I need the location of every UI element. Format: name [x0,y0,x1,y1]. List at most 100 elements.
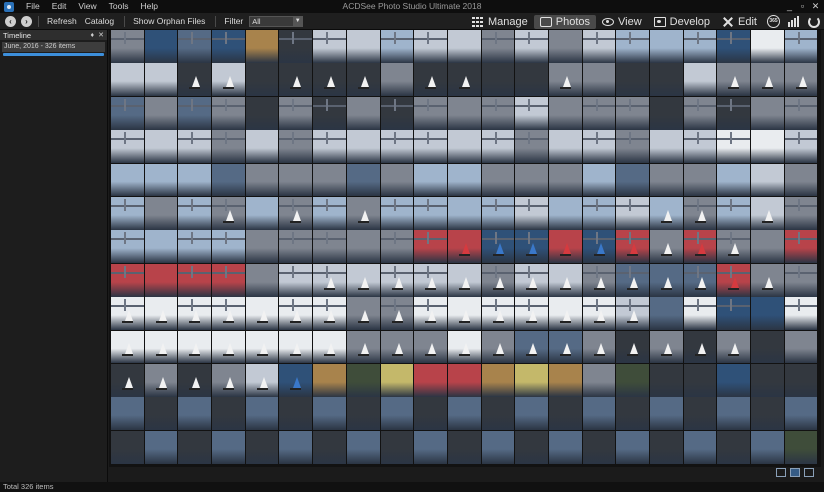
photo-thumbnail[interactable] [346,63,380,97]
photo-thumbnail[interactable] [178,297,212,331]
photo-thumbnail[interactable] [650,297,683,331]
photo-thumbnail[interactable] [111,397,144,431]
photo-thumbnail[interactable] [245,30,279,63]
photo-thumbnail[interactable] [751,130,784,164]
photo-thumbnail[interactable] [212,363,245,397]
photo-thumbnail[interactable] [178,330,212,364]
photo-thumbnail[interactable] [717,30,751,63]
close-pane-icon[interactable]: ✕ [98,31,104,39]
photo-thumbnail[interactable] [212,96,245,130]
photo-thumbnail[interactable] [380,230,414,264]
photo-thumbnail[interactable] [313,230,346,264]
catalog-button[interactable]: Catalog [81,16,118,26]
app-logo-icon[interactable] [4,1,14,12]
photo-thumbnail[interactable] [447,430,481,464]
photo-thumbnail[interactable] [279,330,313,364]
photo-thumbnail[interactable] [616,130,649,164]
photo-thumbnail[interactable] [380,363,414,397]
back-button[interactable]: ‹ [5,15,16,27]
photo-thumbnail[interactable] [784,130,818,164]
photo-thumbnail[interactable] [582,430,616,464]
photo-thumbnail[interactable] [481,196,515,230]
photo-thumbnail[interactable] [717,297,751,331]
photo-thumbnail[interactable] [582,397,616,431]
photo-thumbnail[interactable] [144,63,178,97]
photo-thumbnail[interactable] [515,196,548,230]
photo-thumbnail[interactable] [346,430,380,464]
show-orphan-files-button[interactable]: Show Orphan Files [129,16,209,26]
tab-edit[interactable]: Edit [716,15,763,29]
photo-thumbnail[interactable] [717,63,751,97]
photo-thumbnail[interactable] [481,30,515,63]
photo-thumbnail[interactable] [751,196,784,230]
photo-thumbnail[interactable] [751,430,784,464]
photo-thumbnail[interactable] [111,130,144,164]
photo-thumbnail[interactable] [414,297,447,331]
photo-thumbnail[interactable] [582,30,616,63]
photo-thumbnail[interactable] [481,96,515,130]
photo-thumbnail[interactable] [548,330,582,364]
photo-thumbnail[interactable] [751,230,784,264]
photo-thumbnail[interactable] [650,130,683,164]
photo-thumbnail[interactable] [313,30,346,63]
photo-thumbnail[interactable] [346,263,380,297]
photo-thumbnail[interactable] [582,263,616,297]
photo-thumbnail[interactable] [111,430,144,464]
photo-thumbnail[interactable] [279,397,313,431]
menu-edit[interactable]: Edit [46,0,73,13]
photo-thumbnail[interactable] [414,96,447,130]
photo-thumbnail[interactable] [212,297,245,331]
photo-thumbnail[interactable] [481,297,515,331]
photo-thumbnail[interactable] [650,363,683,397]
photo-thumbnail[interactable] [414,196,447,230]
photo-thumbnail[interactable] [178,263,212,297]
photo-thumbnail[interactable] [548,397,582,431]
menu-help[interactable]: Help [134,0,163,13]
photo-thumbnail[interactable] [414,430,447,464]
photo-thumbnail[interactable] [616,230,649,264]
photo-thumbnail[interactable] [178,130,212,164]
photo-thumbnail[interactable] [144,430,178,464]
photo-thumbnail[interactable] [245,230,279,264]
photo-thumbnail[interactable] [683,430,717,464]
photo-thumbnail[interactable] [481,63,515,97]
photo-thumbnail[interactable] [683,196,717,230]
photo-thumbnail[interactable] [784,297,818,331]
photo-thumbnail[interactable] [178,397,212,431]
photo-thumbnail[interactable] [313,397,346,431]
photo-thumbnail[interactable] [582,196,616,230]
photo-thumbnail[interactable] [178,163,212,197]
photo-thumbnail[interactable] [111,297,144,331]
tab-manage[interactable]: Manage [466,15,534,29]
photo-thumbnail[interactable] [414,363,447,397]
photo-thumbnail[interactable] [144,196,178,230]
pin-icon[interactable]: ♦ [91,32,95,39]
photo-thumbnail[interactable] [751,96,784,130]
photo-thumbnail[interactable] [784,96,818,130]
photo-thumbnail[interactable] [784,263,818,297]
photo-thumbnail[interactable] [380,330,414,364]
photo-thumbnail[interactable] [313,130,346,164]
photo-thumbnail[interactable] [346,196,380,230]
photo-thumbnail[interactable] [548,363,582,397]
photo-thumbnail[interactable] [683,230,717,264]
photo-thumbnail[interactable] [717,330,751,364]
photo-thumbnail[interactable] [683,96,717,130]
photo-thumbnail[interactable] [212,263,245,297]
photo-thumbnail[interactable] [515,230,548,264]
photo-thumbnail[interactable] [481,363,515,397]
photo-thumbnail[interactable] [515,96,548,130]
photo-thumbnail[interactable] [144,163,178,197]
photo-thumbnail[interactable] [650,397,683,431]
timeline-bar[interactable] [3,53,104,56]
photo-thumbnail[interactable] [784,397,818,431]
photo-thumbnail[interactable] [111,30,144,63]
photo-thumbnail[interactable] [582,96,616,130]
photo-thumbnail[interactable] [212,163,245,197]
photo-thumbnail[interactable] [380,397,414,431]
photo-thumbnail[interactable] [548,230,582,264]
photo-thumbnail[interactable] [582,330,616,364]
photo-thumbnail[interactable] [447,263,481,297]
photo-thumbnail[interactable] [447,397,481,431]
photo-thumbnail[interactable] [683,297,717,331]
